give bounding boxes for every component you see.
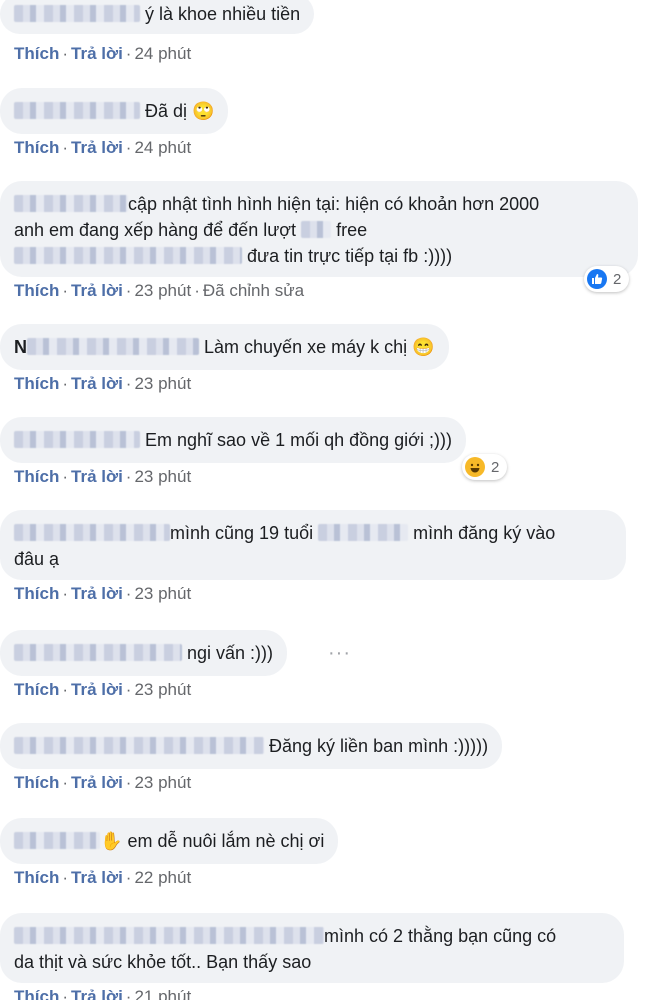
comment-actions: Thích · Trả lời · 24 phút	[14, 138, 192, 157]
like-button[interactable]: Thích	[14, 138, 59, 157]
like-icon	[587, 269, 607, 289]
comment-bubble: cập nhật tình hình hiện tại: hiện có kho…	[0, 181, 638, 277]
reaction-summary[interactable]: 2	[584, 266, 630, 292]
comment-bubble: Em nghĩ sao về 1 mối qh đồng giới ;)))	[0, 417, 466, 463]
like-button[interactable]: Thích	[14, 987, 59, 1000]
like-button[interactable]: Thích	[14, 680, 59, 699]
comment-bubble: mình cũng 19 tuổi mình đăng ký vào đâu ạ	[0, 510, 626, 580]
comment-actions: Thích · Trả lời · 23 phút	[14, 584, 192, 603]
timestamp[interactable]: 24 phút	[134, 138, 191, 157]
timestamp[interactable]: 24 phút	[134, 44, 191, 63]
timestamp[interactable]: 23 phút	[134, 281, 191, 300]
raised-hand-emoji-icon: ✋	[100, 831, 123, 851]
reply-button[interactable]: Trả lời	[71, 467, 123, 486]
comment-actions: Thích · Trả lời · 22 phút	[14, 868, 192, 887]
comment-text: Đã dị	[145, 101, 188, 121]
reaction-count: 2	[613, 270, 622, 288]
blurred-username	[14, 431, 140, 448]
comment-bubble: ✋ em dễ nuôi lắm nè chị ơi	[0, 818, 339, 864]
like-button[interactable]: Thích	[14, 44, 59, 63]
comment-bubble: Đã dị 🙄	[0, 88, 229, 134]
timestamp[interactable]: 23 phút	[134, 680, 191, 699]
comment-actions: Thích · Trả lời · 23 phút	[14, 680, 192, 699]
like-button[interactable]: Thích	[14, 467, 59, 486]
reply-button[interactable]: Trả lời	[71, 680, 123, 699]
comment-bubble: Đăng ký liền ban mình :)))))	[0, 723, 503, 769]
comment-bubble: N Làm chuyến xe máy k chị 😁	[0, 324, 449, 370]
blurred-mention	[318, 524, 409, 541]
comment-text: mình có 2 thằng bạn cũng có	[324, 926, 557, 946]
commenter-name-initial[interactable]: N	[14, 337, 27, 357]
comment-actions: Thích · Trả lời · 23 phút	[14, 773, 192, 792]
comment-actions: Thích · Trả lời · 23 phút · Đã chỉnh sửa	[14, 281, 305, 300]
timestamp[interactable]: 23 phút	[134, 467, 191, 486]
blurred-mention	[14, 247, 242, 264]
comment-text: Làm chuyến xe máy k chị	[204, 337, 408, 357]
comment-text: Em nghĩ sao về 1 mối qh đồng giới ;)))	[145, 430, 452, 450]
blurred-username	[14, 5, 140, 22]
haha-icon	[465, 457, 485, 477]
blurred-mention	[301, 221, 332, 238]
comment-text: em dễ nuôi lắm nè chị ơi	[127, 831, 325, 851]
grinning-emoji-icon: 😁	[412, 337, 435, 357]
reply-button[interactable]: Trả lời	[71, 868, 123, 887]
blurred-username	[14, 102, 140, 119]
like-button[interactable]: Thích	[14, 773, 59, 792]
blurred-username	[14, 524, 170, 541]
comment-text: mình cũng 19 tuổi	[170, 523, 314, 543]
rolling-eyes-emoji-icon: 🙄	[192, 101, 215, 121]
reply-button[interactable]: Trả lời	[71, 281, 123, 300]
timestamp[interactable]: 22 phút	[134, 868, 191, 887]
comment-bubble: ý là khoe nhiều tiền	[0, 0, 315, 34]
blurred-username	[14, 927, 324, 944]
comment-actions: Thích · Trả lời · 23 phút	[14, 467, 192, 486]
comment-text: ý là khoe nhiều tiền	[145, 4, 301, 24]
like-button[interactable]: Thích	[14, 868, 59, 887]
reply-button[interactable]: Trả lời	[71, 138, 123, 157]
more-options-icon[interactable]: ···	[328, 642, 351, 665]
timestamp[interactable]: 23 phút	[134, 374, 191, 393]
reaction-summary[interactable]: 2	[462, 454, 508, 480]
blurred-username	[14, 832, 100, 849]
timestamp[interactable]: 23 phút	[134, 773, 191, 792]
reaction-count: 2	[491, 458, 500, 476]
reply-button[interactable]: Trả lời	[71, 584, 123, 603]
blurred-username	[14, 195, 128, 212]
like-button[interactable]: Thích	[14, 584, 59, 603]
edited-label[interactable]: Đã chỉnh sửa	[203, 281, 304, 300]
comment-text: ngi vấn :)))	[187, 643, 274, 663]
comment-actions: Thích · Trả lời · 24 phút	[14, 44, 192, 63]
reply-button[interactable]: Trả lời	[71, 374, 123, 393]
blurred-username	[14, 737, 264, 754]
comment-text: Đăng ký liền ban mình :)))))	[269, 736, 489, 756]
like-button[interactable]: Thích	[14, 281, 59, 300]
reply-button[interactable]: Trả lời	[71, 44, 123, 63]
comment-text: cập nhật tình hình hiện tại: hiện có kho…	[128, 194, 540, 214]
comment-actions: Thích · Trả lời · 23 phút	[14, 374, 192, 393]
blurred-username	[14, 644, 182, 661]
like-button[interactable]: Thích	[14, 374, 59, 393]
comment-actions: Thích · Trả lời · 21 phút	[14, 987, 191, 1000]
timestamp[interactable]: 23 phút	[134, 584, 191, 603]
reply-button[interactable]: Trả lời	[71, 773, 123, 792]
comment-bubble: mình có 2 thằng bạn cũng có da thịt và s…	[0, 913, 624, 983]
comment-bubble: ngi vấn :)))	[0, 630, 288, 676]
timestamp[interactable]: 21 phút	[134, 987, 191, 1000]
reply-button[interactable]: Trả lời	[71, 987, 123, 1000]
blurred-username	[27, 338, 199, 355]
